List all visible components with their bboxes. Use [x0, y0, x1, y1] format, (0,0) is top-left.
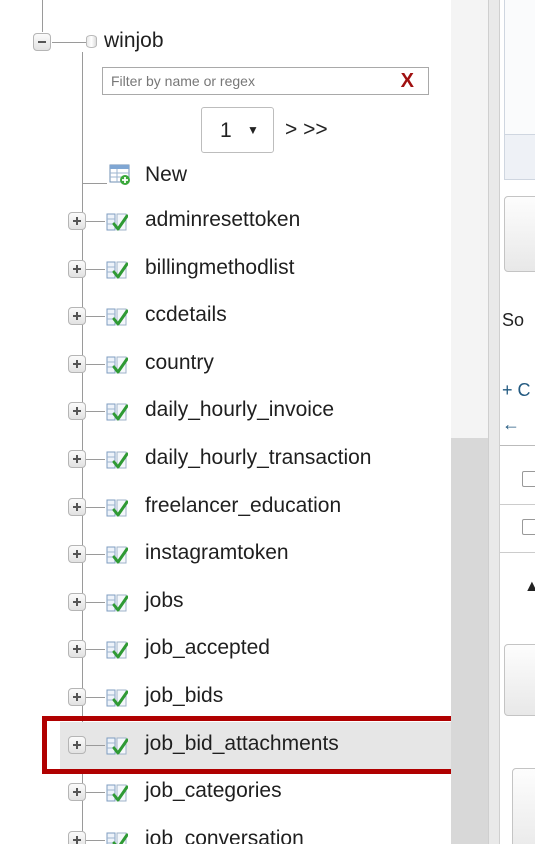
database-name[interactable]: winjob — [104, 29, 164, 53]
expand-table-button[interactable] — [68, 593, 86, 611]
scrollbar-thumb[interactable] — [451, 438, 488, 844]
table-structure-icon[interactable] — [106, 592, 128, 613]
tree-line-table — [83, 411, 105, 412]
table-structure-icon[interactable] — [106, 639, 128, 660]
tree-line-table — [83, 507, 105, 508]
table-name-link[interactable]: job_bids — [145, 684, 223, 708]
table-structure-icon[interactable] — [106, 782, 128, 803]
table-name-link[interactable]: country — [145, 351, 214, 375]
expand-table-button[interactable] — [68, 545, 86, 563]
table-structure-icon[interactable] — [106, 211, 128, 232]
collapse-db-button[interactable] — [33, 33, 51, 51]
table-name-link[interactable]: instagramtoken — [145, 541, 289, 565]
expand-table-button[interactable] — [68, 831, 86, 844]
tree-line-table — [83, 649, 105, 650]
new-table-link[interactable]: New — [145, 163, 187, 187]
tree-line-db — [52, 42, 86, 43]
table-name-link[interactable]: ccdetails — [145, 303, 227, 327]
table-row-line — [500, 504, 535, 505]
table-structure-icon[interactable] — [106, 306, 128, 327]
table-name-link[interactable]: jobs — [145, 589, 184, 613]
table-header-line — [500, 445, 535, 446]
table-row-line — [500, 552, 535, 553]
tree-line-table — [83, 316, 105, 317]
tree-line-top — [42, 0, 43, 32]
tree-line-table — [83, 697, 105, 698]
expand-table-button[interactable] — [68, 450, 86, 468]
table-name-link[interactable]: adminresettoken — [145, 208, 300, 232]
table-structure-icon[interactable] — [106, 449, 128, 470]
main-panel-button[interactable] — [512, 768, 535, 844]
table-name-link[interactable]: job_categories — [145, 779, 282, 803]
row-checkbox[interactable] — [522, 519, 535, 535]
table-structure-icon[interactable] — [106, 687, 128, 708]
main-panel-button[interactable] — [504, 644, 535, 716]
expand-table-button[interactable] — [68, 355, 86, 373]
highlight-annotation — [42, 716, 488, 774]
main-panel-box-footer — [504, 134, 535, 180]
expand-table-button[interactable] — [68, 688, 86, 706]
chevron-down-icon: ▼ — [247, 123, 259, 137]
tree-line-table — [83, 459, 105, 460]
table-name-link[interactable]: job_conversation — [145, 827, 304, 844]
tree-line-table — [83, 221, 105, 222]
table-name-link[interactable]: daily_hourly_invoice — [145, 398, 334, 422]
sort-label: So — [502, 310, 525, 330]
main-panel-button[interactable] — [504, 196, 535, 272]
expand-table-button[interactable] — [68, 498, 86, 516]
table-name-link[interactable]: freelancer_education — [145, 494, 341, 518]
navigation-tree: winjob X 1 ▼ > >> New adminresettoken bil… — [0, 0, 488, 844]
database-icon — [86, 35, 97, 48]
table-structure-icon[interactable] — [106, 830, 128, 844]
page-select-value: 1 — [220, 119, 232, 142]
add-link[interactable]: + C — [502, 380, 531, 401]
expand-table-button[interactable] — [68, 307, 86, 325]
arrow-left-icon: ← — [502, 414, 520, 434]
page-next-link[interactable]: > >> — [285, 118, 328, 142]
table-structure-icon[interactable] — [106, 544, 128, 565]
table-name-link[interactable]: billingmethodlist — [145, 256, 294, 280]
panel-divider[interactable] — [488, 0, 500, 844]
clear-filter-button[interactable]: X — [401, 70, 414, 92]
expand-table-button[interactable] — [68, 640, 86, 658]
table-structure-icon[interactable] — [106, 497, 128, 518]
filter-input[interactable] — [103, 68, 381, 94]
new-table-icon — [109, 164, 130, 185]
table-structure-icon[interactable] — [106, 259, 128, 280]
expand-table-button[interactable] — [68, 783, 86, 801]
expand-table-button[interactable] — [68, 260, 86, 278]
table-structure-icon[interactable] — [106, 401, 128, 422]
table-structure-icon[interactable] — [106, 354, 128, 375]
table-name-link[interactable]: job_accepted — [145, 636, 270, 660]
filter-box: X — [102, 67, 429, 95]
row-checkbox[interactable] — [522, 471, 535, 487]
tree-line-table — [83, 364, 105, 365]
tree-line-table — [83, 792, 105, 793]
main-panel: So + C ← ▲ — [500, 0, 535, 844]
table-name-link[interactable]: daily_hourly_transaction — [145, 446, 371, 470]
tree-line-table — [83, 602, 105, 603]
tree-line-table — [83, 554, 105, 555]
expand-table-button[interactable] — [68, 212, 86, 230]
page-select[interactable]: 1 ▼ — [201, 107, 274, 153]
expand-table-button[interactable] — [68, 402, 86, 420]
tree-line-table — [83, 840, 105, 841]
arrow-up-icon: ▲ — [524, 578, 535, 595]
tree-line-table — [83, 269, 105, 270]
tree-line-new — [83, 183, 107, 184]
